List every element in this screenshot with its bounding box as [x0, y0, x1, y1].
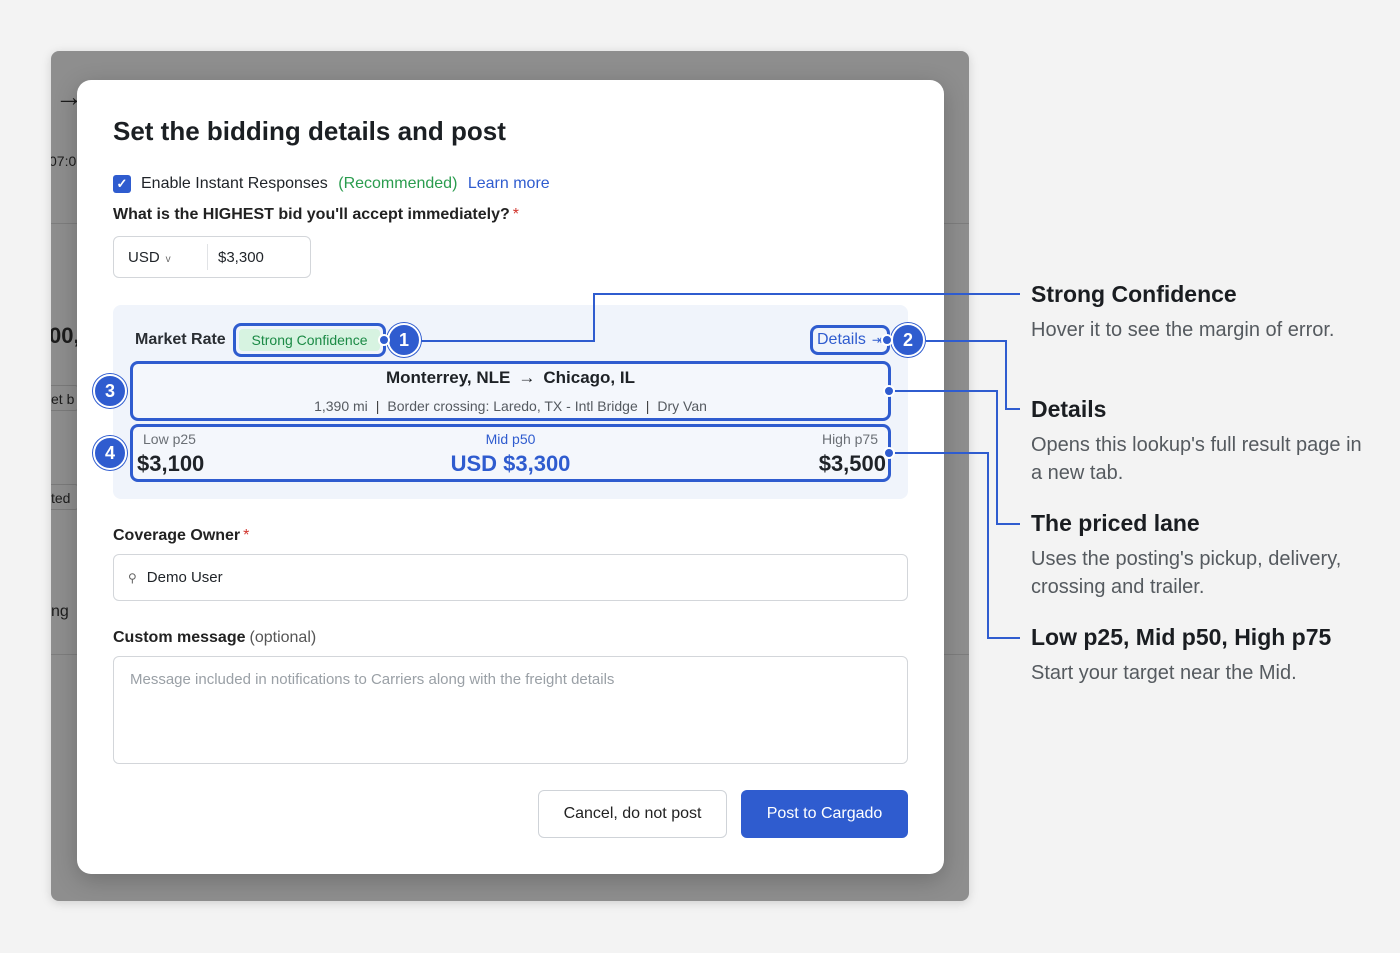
- highest-bid-field: USD v $3,300: [113, 236, 311, 278]
- high-value: $3,500: [818, 451, 886, 476]
- modal-title: Set the bidding details and post: [113, 116, 506, 146]
- confidence-highlight: Strong Confidence: [233, 323, 386, 357]
- chevron-down-icon: v: [165, 253, 171, 265]
- annotation-body: Opens this lookup's full result page in …: [1031, 434, 1362, 484]
- callout-marker-2: 2: [891, 323, 925, 357]
- priced-lane: Monterrey, NLE → Chicago, IL 1,390 mi | Bord…: [130, 361, 891, 421]
- annotation-strong-confidence: Strong Confidence Hover it to see the ma…: [1031, 281, 1371, 344]
- callout-marker-4: 4: [93, 436, 127, 470]
- annotation-body: Hover it to see the margin of error.: [1031, 319, 1335, 341]
- search-icon: ⚲: [128, 570, 137, 585]
- bg-text-fragment: ted: [51, 490, 71, 506]
- currency-select[interactable]: USD v: [114, 244, 208, 270]
- mid-value: USD $3,300: [450, 451, 571, 476]
- instant-responses-checkbox[interactable]: ✓: [113, 175, 131, 193]
- mid-label: Mid p50: [485, 431, 536, 447]
- lane-destination: Chicago, IL: [543, 368, 635, 387]
- annotation-priced-lane: The priced lane Uses the posting's picku…: [1031, 510, 1371, 601]
- required-mark: *: [243, 527, 250, 544]
- custom-message-textarea[interactable]: Message included in notifications to Car…: [113, 656, 908, 764]
- annotation-title: Low p25, Mid p50, High p75: [1031, 624, 1332, 650]
- rate-range: Low p25 $3,100 Mid p50 USD $3,300 High p…: [130, 424, 891, 482]
- details-label: Details: [817, 331, 866, 348]
- currency-value: USD: [128, 248, 160, 266]
- custom-message-label: Custom message (optional): [113, 629, 317, 646]
- arrow-right-icon: →: [518, 368, 536, 387]
- annotation-body: Uses the posting's pickup, delivery, cro…: [1031, 548, 1342, 598]
- instant-responses-row: Enable Instant Responses (Recommended) L…: [141, 175, 550, 193]
- recommended-tag: (Recommended): [338, 175, 458, 192]
- bg-time-fragment: 07:0: [51, 153, 77, 169]
- lane-origin: Monterrey, NLE: [386, 368, 511, 387]
- callout-marker-1: 1: [387, 323, 421, 357]
- highest-bid-label: What is the HIGHEST bid you'll accept im…: [113, 206, 519, 223]
- annotation-title: Details: [1031, 396, 1107, 422]
- connector-dot: [378, 334, 390, 346]
- cancel-button[interactable]: Cancel, do not post: [538, 790, 727, 838]
- bg-text-fragment: et b: [51, 391, 75, 407]
- connector-dot: [883, 447, 895, 459]
- market-rate-label: Market Rate: [135, 331, 226, 348]
- bg-text-fragment: ng: [51, 603, 69, 620]
- bid-amount-input[interactable]: $3,300: [208, 249, 264, 266]
- callout-marker-3: 3: [93, 374, 127, 408]
- connector-dot: [883, 385, 895, 397]
- annotation-details: Details Opens this lookup's full result …: [1031, 396, 1371, 487]
- bidding-modal: Set the bidding details and post ✓ Enabl…: [77, 80, 944, 874]
- annotation-body: Start your target near the Mid.: [1031, 662, 1297, 684]
- lane-meta: 1,390 mi | Border crossing: Laredo, TX - I…: [314, 398, 707, 414]
- required-mark: *: [512, 206, 519, 223]
- lane-route: Monterrey, NLE → Chicago, IL: [133, 368, 888, 388]
- lane-trailer: Dry Van: [657, 398, 707, 414]
- bg-amount-fragment: 00,: [51, 323, 80, 348]
- lane-distance: 1,390 mi: [314, 398, 368, 414]
- annotation-title: Strong Confidence: [1031, 281, 1237, 307]
- connector-dot: [881, 334, 893, 346]
- details-link[interactable]: Details ⇥: [810, 325, 890, 355]
- instant-responses-label[interactable]: Enable Instant Responses: [141, 175, 328, 192]
- optional-tag: (optional): [249, 629, 317, 646]
- coverage-owner-label: Coverage Owner *: [113, 527, 250, 544]
- market-rate-panel: Market Rate Strong Confidence Details ⇥ …: [113, 305, 908, 499]
- coverage-owner-input[interactable]: ⚲ Demo User: [113, 554, 908, 601]
- post-button[interactable]: Post to Cargado: [741, 790, 908, 838]
- coverage-owner-value: Demo User: [146, 569, 223, 586]
- annotation-title: The priced lane: [1031, 510, 1200, 536]
- lane-crossing: Border crossing: Laredo, TX - Intl Bridg…: [387, 398, 638, 414]
- annotation-percentiles: Low p25, Mid p50, High p75 Start your ta…: [1031, 624, 1371, 687]
- confidence-badge[interactable]: Strong Confidence: [239, 329, 380, 351]
- high-label: High p75: [821, 431, 878, 447]
- learn-more-link[interactable]: Learn more: [468, 175, 550, 192]
